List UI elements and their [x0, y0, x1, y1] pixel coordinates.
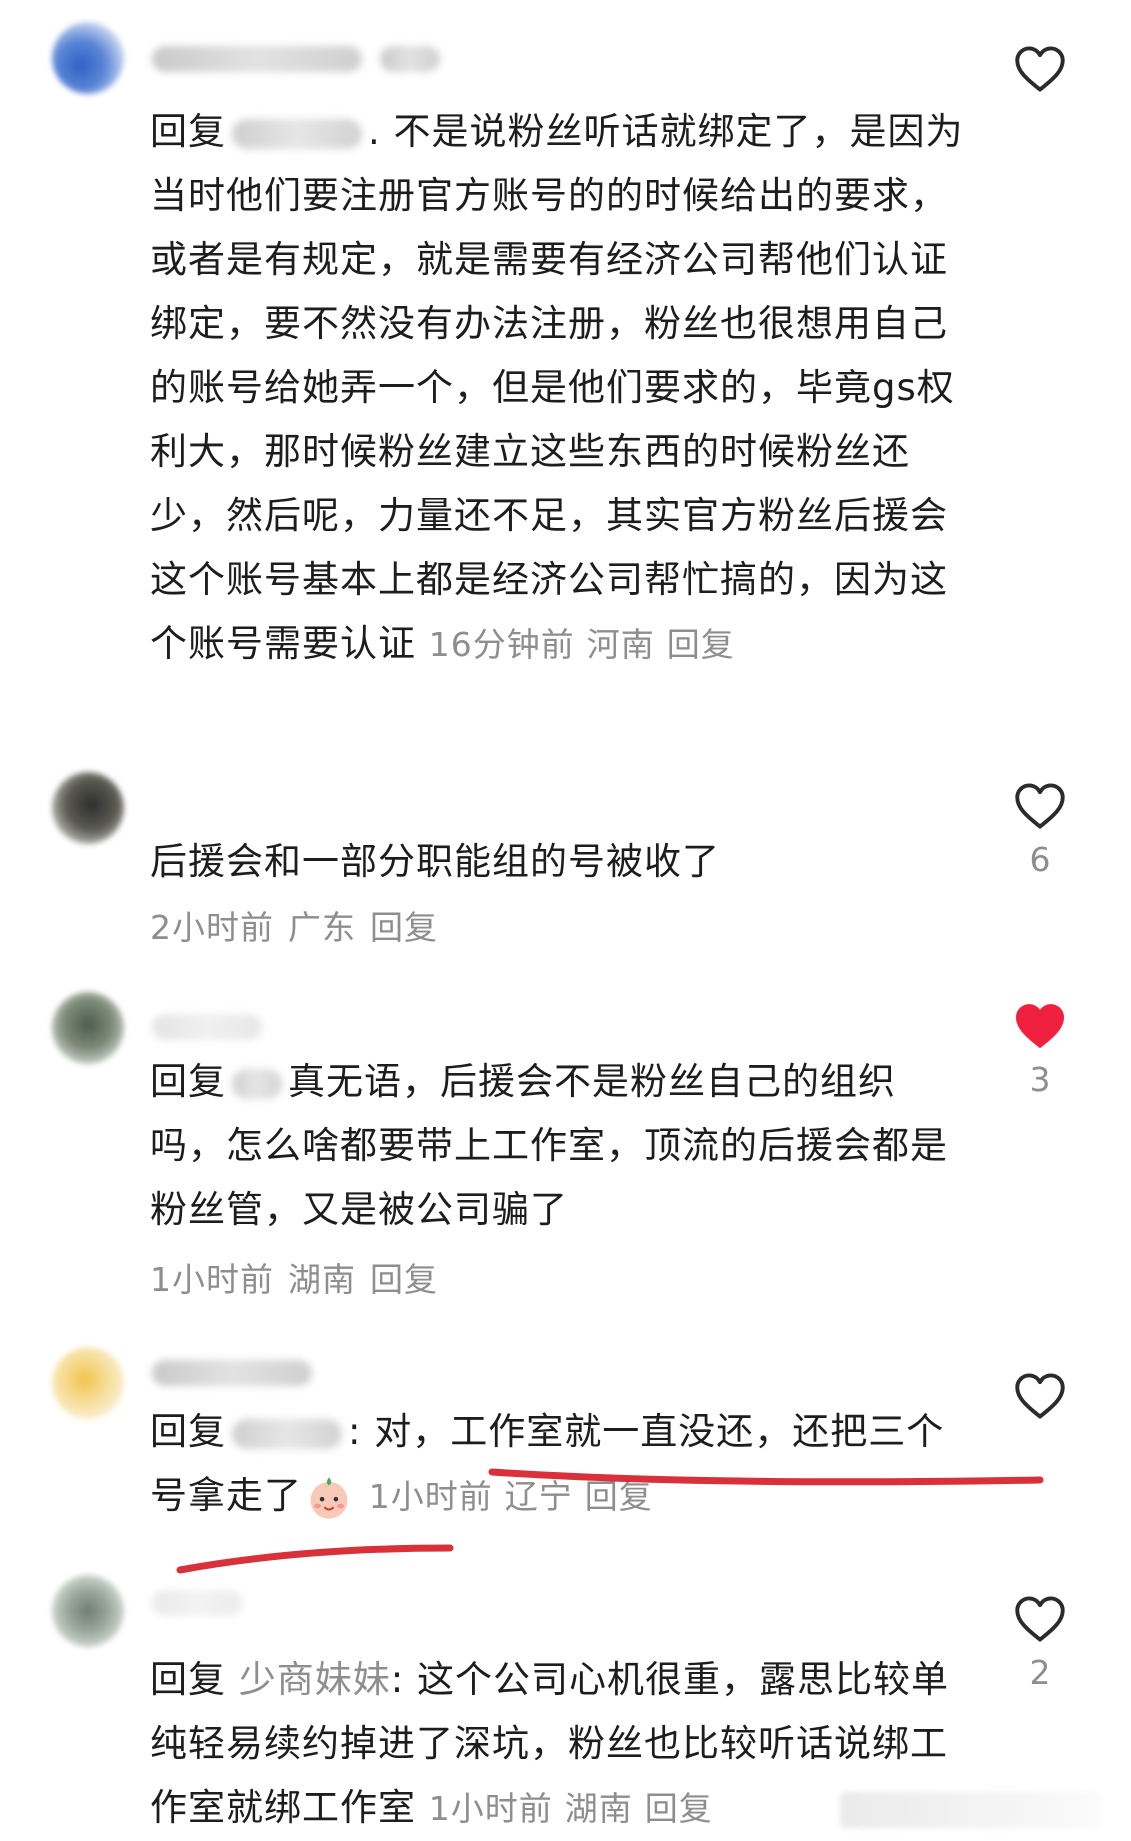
username-blurred-suffix [380, 46, 440, 72]
reply-button[interactable]: 回复 [667, 625, 735, 664]
reply-prefix: 回复 [150, 1060, 226, 1103]
comment-meta: 1小时前 辽宁 回复 [369, 1477, 665, 1516]
comment-time: 2小时前 [150, 908, 274, 947]
heart-outline-icon [1015, 1373, 1065, 1419]
reply-button[interactable]: 回复 [370, 1260, 438, 1299]
avatar[interactable] [52, 1575, 124, 1647]
comment-body: . 不是说粉丝听话就绑定了，是因为当时他们要注册官方账号的的时候给出的要求，或者… [150, 110, 964, 665]
like-count: 2 [1029, 1653, 1051, 1692]
reply-target-blurred[interactable] [232, 1068, 282, 1099]
username-blurred[interactable] [152, 1590, 242, 1616]
avatar[interactable] [52, 1347, 124, 1419]
comment-location: 广东 [288, 908, 356, 947]
reply-target-blurred[interactable] [232, 118, 362, 149]
reply-prefix: 回复 [150, 110, 226, 153]
like-count: 3 [1029, 1060, 1051, 1099]
reply-button[interactable]: 回复 [585, 1477, 653, 1516]
comment-location: 湖南 [288, 1260, 356, 1299]
like-button[interactable]: 3 [1010, 1002, 1070, 1100]
reply-button[interactable]: 回复 [645, 1789, 713, 1828]
like-button[interactable]: 6 [1010, 782, 1070, 880]
heart-filled-icon [1015, 1004, 1065, 1048]
like-button[interactable] [1010, 1372, 1070, 1430]
reply-prefix: 回复 [150, 1658, 226, 1701]
comment-location: 辽宁 [504, 1477, 573, 1516]
baby-face-emoji-icon [310, 1476, 348, 1519]
comment-time: 1小时前 [428, 1789, 553, 1828]
comment-meta: 1小时前 湖南 回复 [150, 1255, 452, 1305]
heart-outline-icon [1015, 46, 1065, 92]
username-blurred[interactable] [152, 46, 362, 72]
username-blurred[interactable] [152, 1360, 312, 1386]
avatar[interactable] [52, 772, 124, 844]
avatar[interactable] [52, 22, 124, 94]
comment-time: 16分钟前 [428, 625, 575, 664]
comment-text: 后援会和一部分职能组的号被收了 [150, 840, 720, 883]
comment-location: 河南 [586, 625, 655, 664]
comment-text: 回复 真无语，后援会不是粉丝自己的组织吗，怎么啥都要带上工作室，顶流的后援会都是粉… [150, 1050, 970, 1242]
watermark [840, 1792, 1100, 1828]
heart-outline-icon [1015, 1596, 1065, 1642]
comment-meta: 16分钟前 河南 回复 [429, 625, 747, 664]
comment-text: 回复. 不是说粉丝听话就绑定了，是因为当时他们要注册官方账号的的时候给出的要求，… [150, 100, 970, 677]
like-button[interactable]: 2 [1010, 1595, 1070, 1693]
username-blurred[interactable] [152, 1014, 262, 1040]
comment-time: 1小时前 [368, 1477, 493, 1516]
reply-target-blurred[interactable] [232, 1418, 342, 1449]
comment-meta: 2小时前 广东 回复 [150, 903, 452, 953]
like-button[interactable] [1010, 45, 1070, 103]
comment-location: 湖南 [564, 1789, 633, 1828]
comment-meta: 1小时前 湖南 回复 [429, 1789, 725, 1828]
comment-time: 1小时前 [150, 1260, 274, 1299]
reply-target-name[interactable]: 少商妹妹 [239, 1658, 391, 1701]
reply-prefix: 回复 [150, 1410, 226, 1453]
comment-text: 回复: 对，工作室就一直没还，还把三个号拿走了 1小时前 辽宁 回复 [150, 1400, 970, 1529]
like-count: 6 [1029, 840, 1051, 879]
heart-outline-icon [1015, 783, 1065, 829]
reply-button[interactable]: 回复 [370, 908, 438, 947]
avatar[interactable] [52, 992, 124, 1064]
